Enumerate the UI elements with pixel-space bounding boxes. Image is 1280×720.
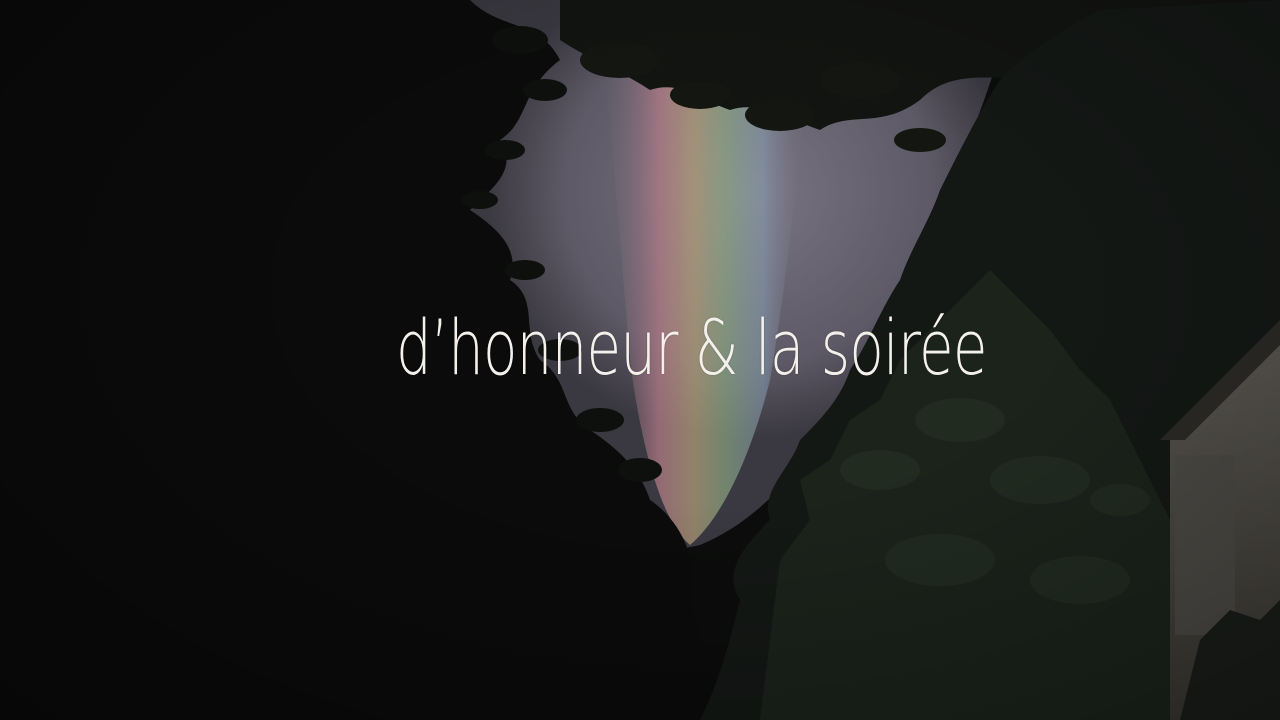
caption-text: d’honneur & la soirée	[396, 303, 987, 392]
video-frame: d’honneur & la soirée	[0, 0, 1280, 720]
